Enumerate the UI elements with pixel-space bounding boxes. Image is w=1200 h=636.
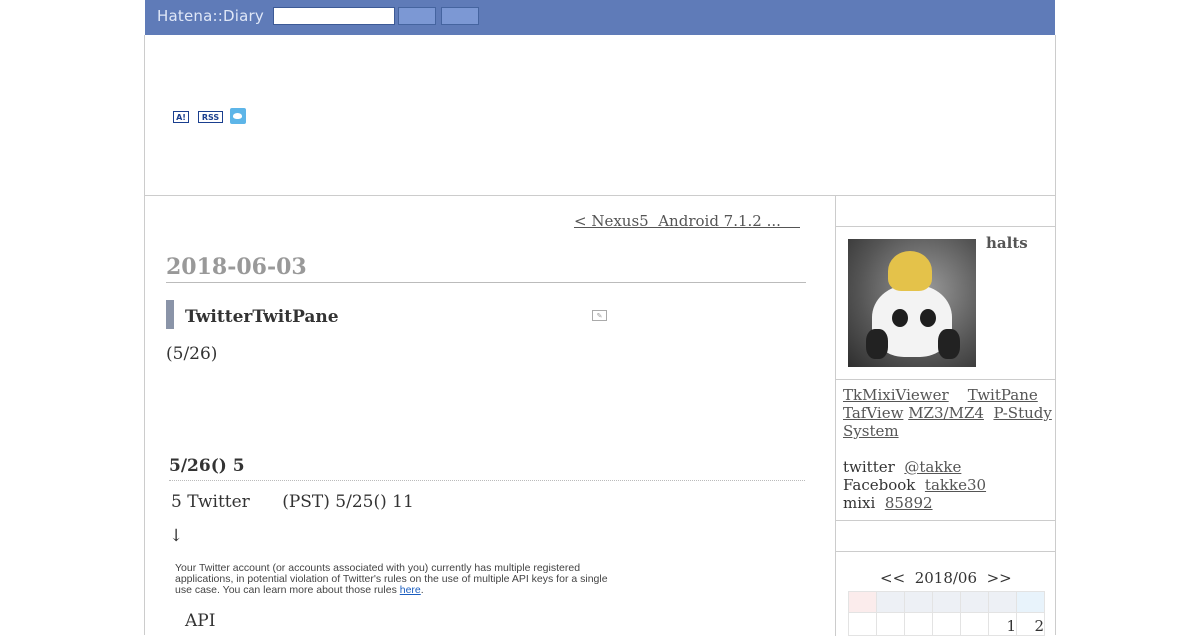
title-accent-bar <box>166 300 174 329</box>
quote-end: . <box>420 584 424 596</box>
sidebar-divider <box>836 551 1056 552</box>
antenna-icon[interactable]: A! <box>173 111 189 123</box>
sidebar-divider <box>836 226 1056 227</box>
diary-button[interactable] <box>441 7 479 25</box>
calendar-week-row: 1 2 <box>848 612 1045 636</box>
main-column: < Nexus5 Android 7.1.2 ... 2018-06-03 Tw… <box>145 196 835 636</box>
calendar-next-link[interactable]: >> <box>987 569 1012 587</box>
link-twitpane[interactable]: TwitPane <box>968 386 1038 404</box>
link-tafview[interactable]: TafView <box>843 404 903 422</box>
calendar-header-cell <box>988 591 1017 613</box>
down-arrow-text: ↓ <box>169 526 184 546</box>
rss-icon[interactable]: RSS <box>198 111 223 123</box>
quoted-screenshot-text: Your Twitter account (or accounts associ… <box>175 563 625 596</box>
mixi-label: mixi <box>843 494 876 512</box>
calendar-header-cell <box>848 591 877 613</box>
entry-title[interactable]: TwitterTwitPane <box>185 307 339 327</box>
search-input[interactable] <box>273 7 395 25</box>
apps-line-2: TafView MZ3/MZ4 P-Study <box>843 404 1052 422</box>
facebook-label: Facebook <box>843 476 916 494</box>
twitter-handle-link[interactable]: @takke <box>904 458 961 476</box>
page-frame: A! RSS < Nexus5 Android 7.1.2 ... 2018-0… <box>144 35 1056 636</box>
paragraph: 5 Twitter (PST) 5/25() 11 <box>171 492 414 512</box>
username[interactable]: halts <box>986 234 1028 252</box>
quote-body: Your Twitter account (or accounts associ… <box>175 562 608 596</box>
calendar-day-cell[interactable]: 2 <box>1016 612 1045 636</box>
apps-line-3: System <box>843 422 899 440</box>
here-link[interactable]: here <box>400 584 421 596</box>
previous-entry-link[interactable]: < Nexus5 Android 7.1.2 ... <box>574 212 800 230</box>
calendar-prev-link[interactable]: << <box>880 569 905 587</box>
twitter-label: twitter <box>843 458 895 476</box>
calendar-header-cell <box>876 591 905 613</box>
calendar-header-cell <box>932 591 961 613</box>
sidebar-divider <box>836 379 1056 380</box>
calendar-day-cell[interactable]: 1 <box>988 612 1017 636</box>
calendar-header-cell <box>1016 591 1045 613</box>
calendar-month[interactable]: 2018/06 <box>915 569 977 587</box>
calendar-weekday-row <box>848 591 1045 613</box>
hatena-diary-logo[interactable]: Hatena::Diary <box>157 7 264 25</box>
facebook-handle-link[interactable]: takke30 <box>925 476 986 494</box>
mixi-id-link[interactable]: 85892 <box>885 494 933 512</box>
calendar-nav: << 2018/06 >> <box>880 569 1012 587</box>
section-heading: 5/26() 5 <box>169 456 805 481</box>
diary-header: A! RSS <box>145 35 1055 196</box>
apps-line-1: TkMixiViewer TwitPane <box>843 386 1038 404</box>
mixi-line: mixi 85892 <box>843 494 933 512</box>
facebook-line: Facebook takke30 <box>843 476 986 494</box>
calendar-day-cell <box>904 612 933 636</box>
avatar <box>848 239 976 367</box>
top-bar: Hatena::Diary <box>145 0 1055 35</box>
calendar-grid: 1 2 <box>848 591 1045 636</box>
entry-date: (5/26) <box>166 344 218 364</box>
sidebar: halts TkMixiViewer TwitPane TafView MZ3/… <box>835 196 1056 636</box>
sidebar-divider <box>836 520 1056 521</box>
link-system[interactable]: System <box>843 422 899 440</box>
calendar-day-cell <box>960 612 989 636</box>
link-mz3-mz4[interactable]: MZ3/MZ4 <box>908 404 984 422</box>
calendar-header-cell <box>960 591 989 613</box>
calendar-day-cell <box>876 612 905 636</box>
twitter-icon[interactable] <box>230 108 246 124</box>
edit-icon[interactable]: ✎ <box>592 310 607 321</box>
link-p-study[interactable]: P-Study <box>993 404 1051 422</box>
date-heading[interactable]: 2018-06-03 <box>166 254 806 283</box>
paragraph-api: API <box>185 611 216 631</box>
calendar-day-cell <box>848 612 877 636</box>
search-button[interactable] <box>398 7 436 25</box>
calendar-header-cell <box>904 591 933 613</box>
link-tkmixiviewer[interactable]: TkMixiViewer <box>843 386 949 404</box>
twitter-line: twitter @takke <box>843 458 961 476</box>
calendar-day-cell <box>932 612 961 636</box>
